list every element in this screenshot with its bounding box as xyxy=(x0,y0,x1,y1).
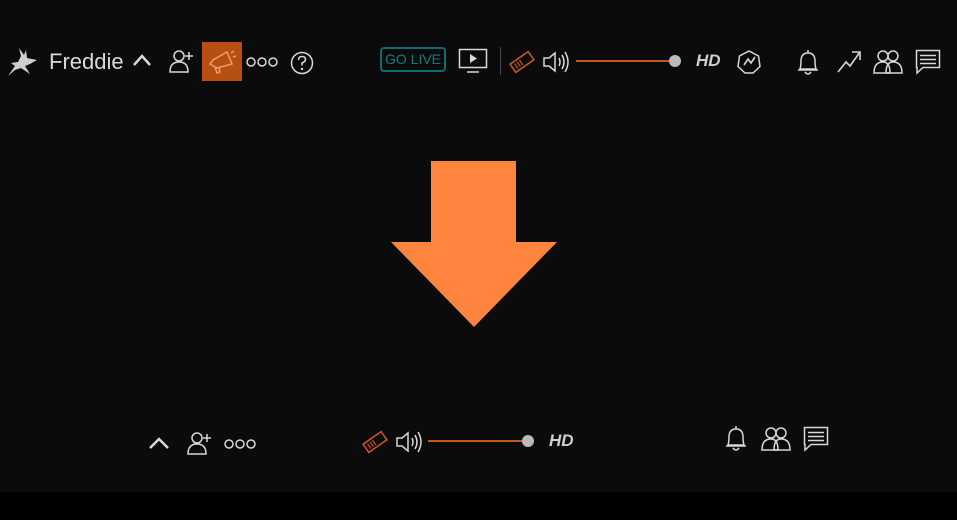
toolbar-divider xyxy=(500,47,501,75)
bottom-volume-slider-track[interactable] xyxy=(428,440,528,442)
bottom-more-icon[interactable] xyxy=(224,438,256,450)
bell-icon[interactable] xyxy=(796,48,820,76)
volume-icon[interactable] xyxy=(542,50,572,74)
users-icon[interactable] xyxy=(873,48,903,74)
bottom-chat-icon[interactable] xyxy=(803,426,829,452)
volume-slider-knob[interactable] xyxy=(669,55,681,67)
down-arrow-icon xyxy=(390,161,558,329)
ticket-icon[interactable] xyxy=(509,50,535,74)
chat-icon[interactable] xyxy=(915,49,941,75)
add-user-icon[interactable] xyxy=(168,48,196,74)
bottom-add-user-icon[interactable] xyxy=(186,430,214,456)
bottom-volume-icon[interactable] xyxy=(395,430,425,454)
go-live-button[interactable]: GO LIVE xyxy=(380,47,446,72)
stage: Freddie GO LIVE HD HD xyxy=(0,0,957,492)
bottom-users-icon[interactable] xyxy=(761,425,791,451)
megaphone-button[interactable] xyxy=(202,42,242,81)
tv-icon[interactable] xyxy=(458,48,488,74)
jackalope-logo-icon[interactable] xyxy=(6,46,40,78)
bottom-ticket-icon[interactable] xyxy=(362,430,388,454)
trending-icon[interactable] xyxy=(836,48,862,74)
bottom-bell-icon[interactable] xyxy=(724,424,748,452)
quality-label[interactable]: HD xyxy=(696,51,721,71)
bottom-volume-slider-knob[interactable] xyxy=(522,435,534,447)
volume-slider-track[interactable] xyxy=(576,60,676,62)
chevron-up-icon[interactable] xyxy=(132,53,152,67)
help-icon[interactable] xyxy=(290,51,314,75)
bottom-quality-label[interactable]: HD xyxy=(549,431,574,451)
more-icon[interactable] xyxy=(246,56,278,68)
megaphone-icon xyxy=(207,47,237,76)
user-name[interactable]: Freddie xyxy=(49,49,124,75)
bottom-chevron-up-icon[interactable] xyxy=(148,436,170,450)
gauge-icon[interactable] xyxy=(736,49,762,75)
